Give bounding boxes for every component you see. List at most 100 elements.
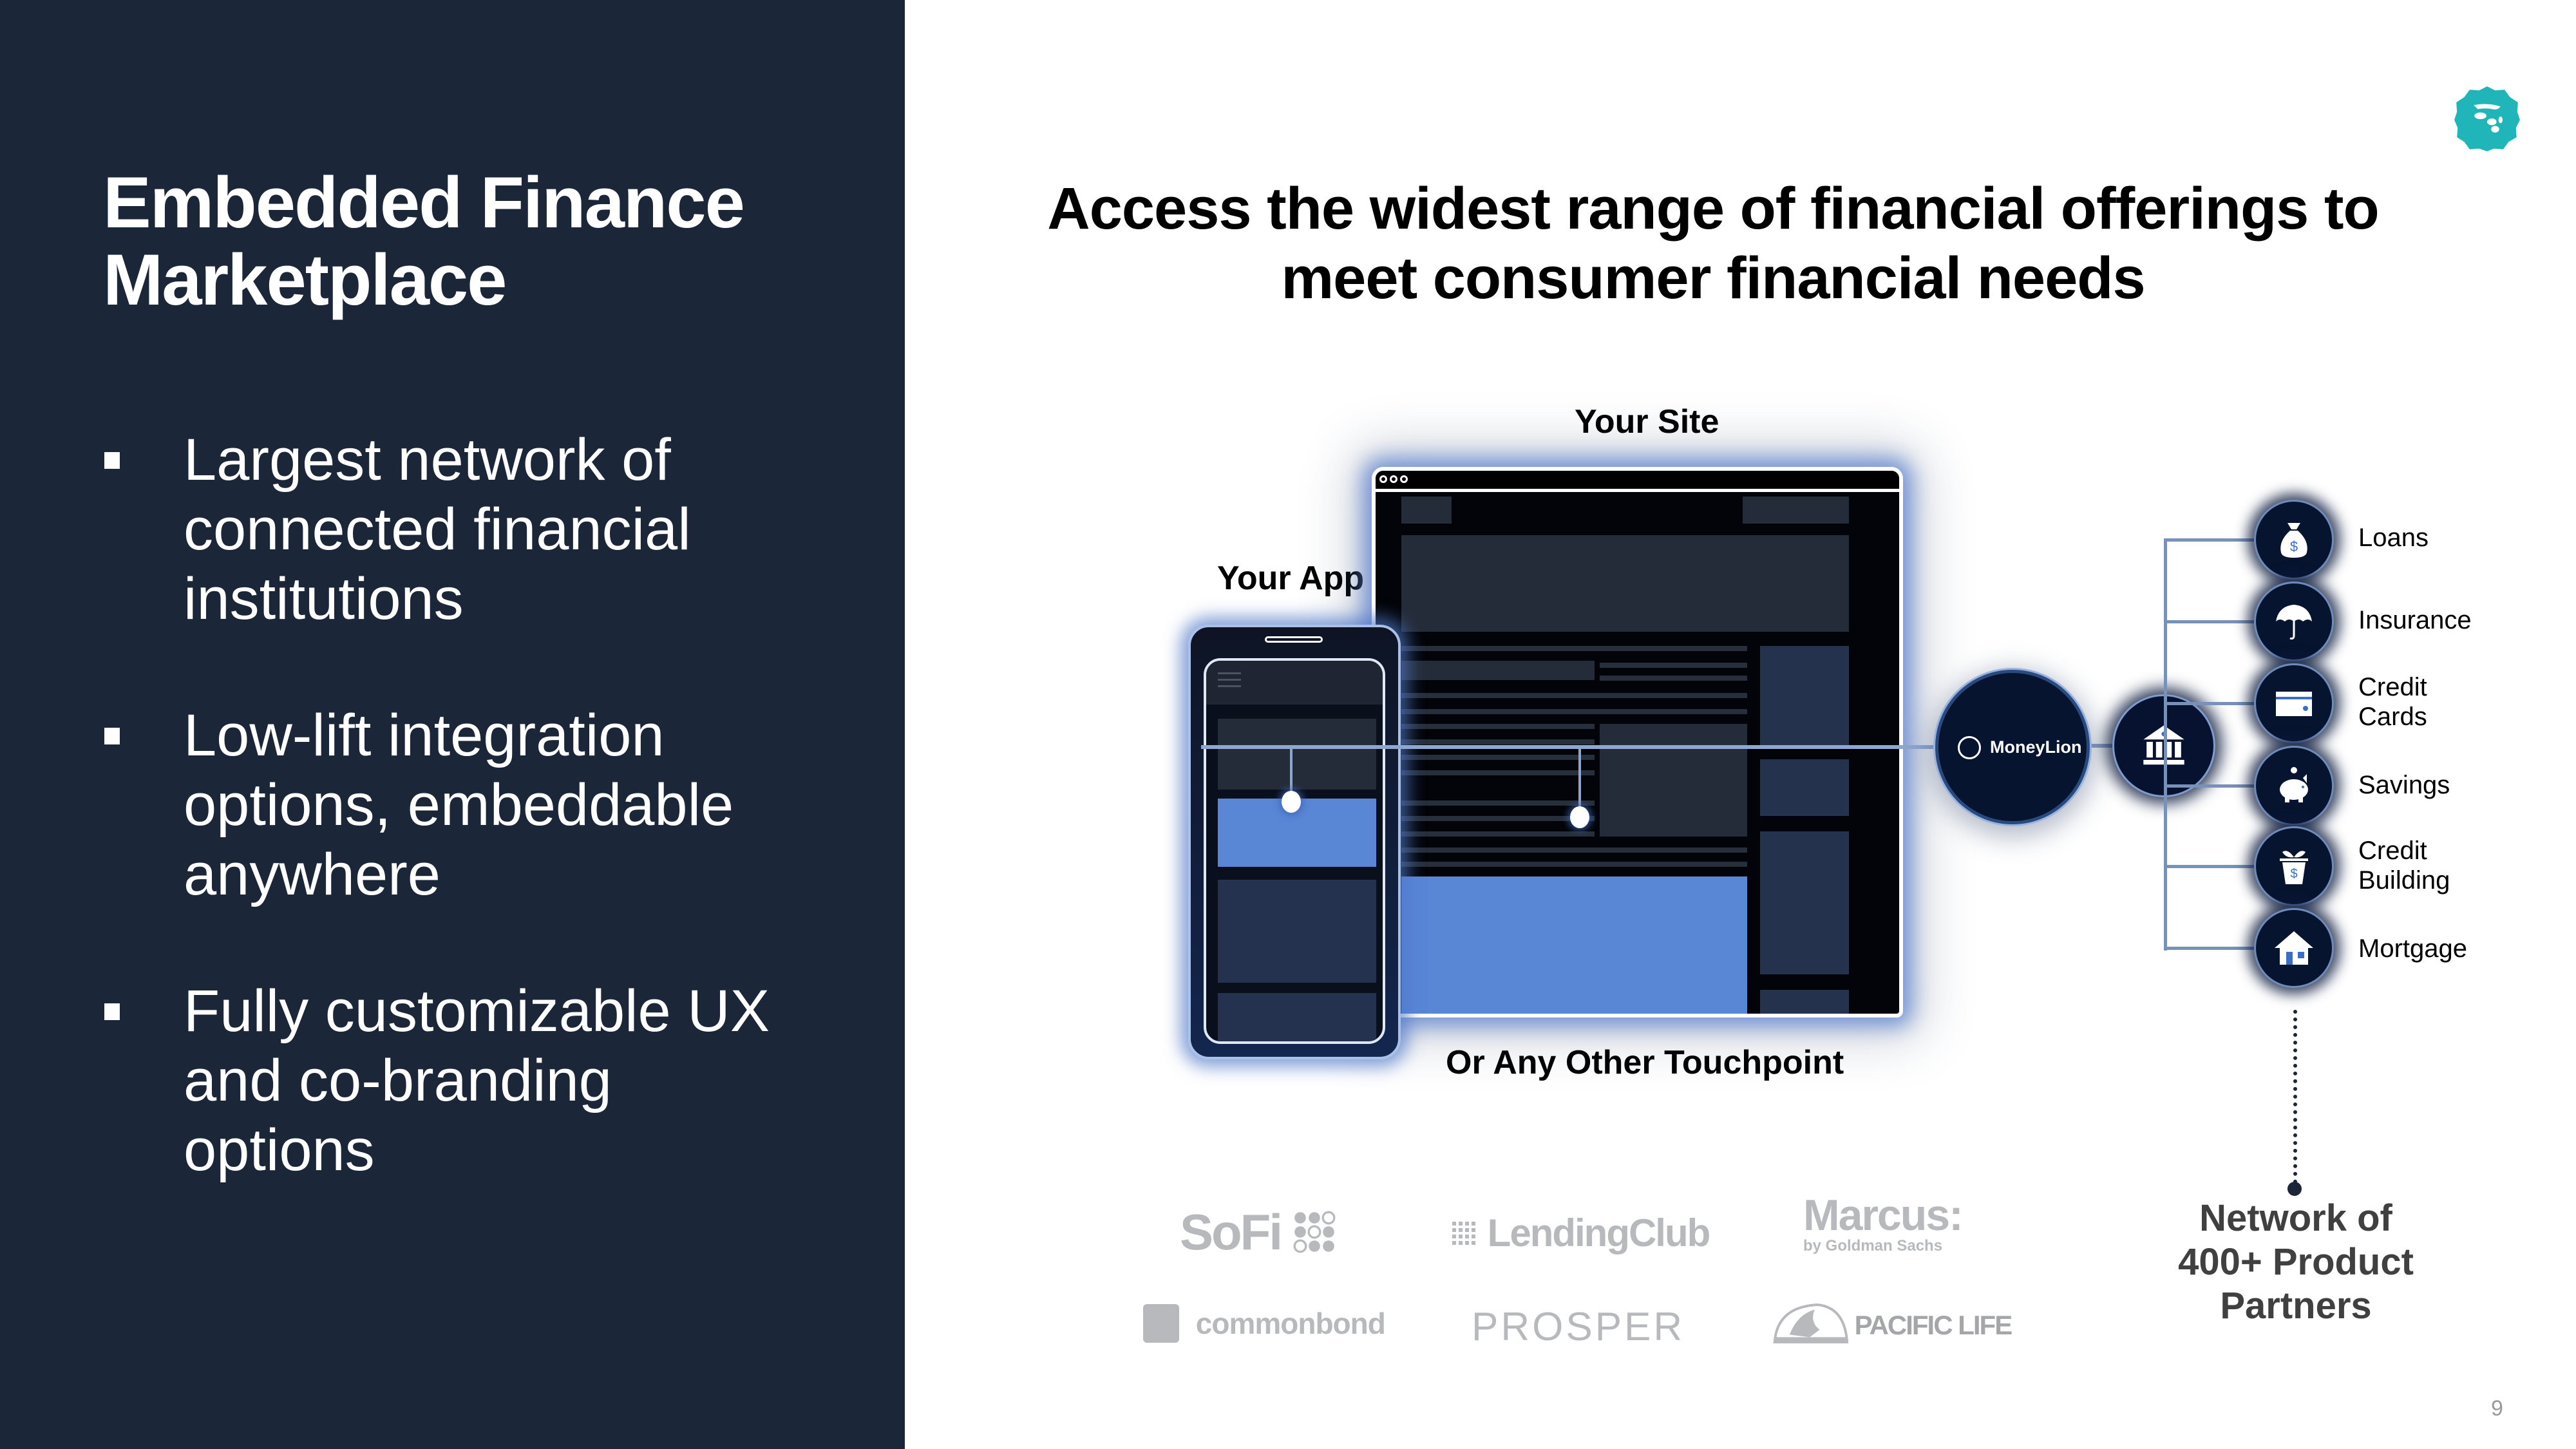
connector-line [2090, 744, 2116, 748]
bullet-text-line: institutions [184, 566, 464, 632]
placeholder-block [1218, 880, 1376, 983]
hamburger-menu-icon [1218, 679, 1241, 681]
credit-card-icon [2276, 692, 2312, 716]
product-label-credit-building: Credit Building [2358, 836, 2450, 895]
browser-titlebar [1376, 471, 1899, 492]
placeholder-block [1218, 719, 1376, 790]
dotted-connector [2293, 1010, 2297, 1184]
network-callout-line: Partners [2220, 1285, 2372, 1327]
section-title-line1: Embedded Finance [103, 162, 745, 243]
product-label-loans: Loans [2358, 523, 2429, 553]
network-callout-line: 400+ Product [2178, 1241, 2414, 1283]
product-label-text: Building [2358, 866, 2450, 895]
placeholder-line [1401, 709, 1747, 714]
placeholder-block [1401, 661, 1595, 680]
connection-pin [1570, 806, 1589, 828]
placeholder-block [1743, 497, 1849, 524]
placeholder-line [1401, 831, 1595, 837]
bullet-text-line: connected financial [184, 497, 691, 562]
piggy-bank-icon [2280, 767, 2308, 802]
network-callout-line: Network of [2199, 1197, 2392, 1239]
moneylion-lion-icon [2454, 86, 2520, 151]
connector-line [1201, 745, 1938, 749]
tree-branch [2164, 865, 2254, 868]
your-site-label: Your Site [1575, 403, 1719, 440]
prosper-logo-text: PROSPER [1472, 1305, 1685, 1349]
placeholder-line [1401, 755, 1595, 760]
moneylion-hub: MoneyLion [1935, 670, 2090, 824]
placeholder-block [1760, 990, 1849, 1014]
product-label-text: Credit [2358, 837, 2427, 865]
lendingclub-logo: LendingClub [1452, 1211, 1710, 1255]
touchpoint-label: Or Any Other Touchpoint [1446, 1044, 1844, 1081]
placeholder-block [1760, 831, 1849, 974]
product-label-text: Mortgage [2358, 934, 2467, 963]
window-dot-icon [1400, 475, 1408, 483]
tree-branch [2164, 702, 2254, 705]
phone-screen [1204, 658, 1385, 1044]
pacificlife-logo: PACIFIC LIFE [1771, 1302, 2013, 1345]
placeholder-line [1401, 693, 1747, 698]
bullet-square-icon [104, 452, 120, 469]
product-label-text: Credit [2358, 673, 2427, 701]
window-dot-icon [1390, 475, 1397, 483]
hamburger-menu-icon [1218, 672, 1241, 674]
network-callout: Network of 400+ Product Partners [2132, 1197, 2460, 1328]
placeholder-line [1401, 646, 1747, 651]
commonbond-logo-text: commonbond [1195, 1307, 1386, 1340]
placeholder-line [1600, 676, 1747, 681]
tree-branch [2164, 947, 2254, 950]
placeholder-line [1401, 739, 1595, 744]
phone-header [1206, 661, 1383, 705]
placeholder-hero [1401, 535, 1849, 632]
placeholder-block [1600, 724, 1747, 837]
credit-cards-node [2254, 663, 2334, 743]
phone-speaker [1265, 636, 1323, 643]
product-label-savings: Savings [2358, 770, 2450, 800]
product-label-text: Loans [2358, 524, 2429, 552]
placeholder-block [1760, 759, 1849, 816]
sofi-logo: SoFi [1180, 1203, 1336, 1262]
placeholder-line [1401, 848, 1747, 853]
lendingclub-grid-icon [1452, 1222, 1475, 1245]
umbrella-icon [2276, 605, 2312, 639]
commonbond-mark-icon [1143, 1304, 1179, 1343]
commonbond-logo: commonbond [1143, 1304, 1386, 1343]
mortgage-node [2254, 908, 2334, 988]
tree-branch [2164, 620, 2254, 623]
savings-node [2254, 746, 2334, 826]
product-label-text: Insurance [2358, 606, 2472, 634]
tree-branch [2164, 538, 2254, 542]
page-title: Access the widest range of financial off… [992, 174, 2434, 313]
svg-text:$: $ [2290, 538, 2298, 554]
svg-text:$: $ [2290, 867, 2297, 881]
pacificlife-logo-text: PACIFIC LIFE [1854, 1310, 2013, 1340]
embedded-widget-highlight [1401, 876, 1747, 1014]
product-label-text: Savings [2358, 771, 2450, 799]
sofi-dots-icon [1293, 1211, 1336, 1253]
connector-dot [2287, 1182, 2302, 1196]
page-number: 9 [2491, 1396, 2503, 1421]
page-title-line1: Access the widest range of financial off… [1047, 176, 2379, 242]
product-label-text: Cards [2358, 703, 2427, 731]
bullet-text-line: options, embeddable [184, 772, 734, 838]
loans-node: $ [2254, 500, 2334, 580]
hamburger-menu-icon [1218, 685, 1241, 687]
sofi-logo-text: SoFi [1180, 1204, 1283, 1260]
bullet-square-icon [104, 1003, 120, 1020]
browser-mockup [1372, 467, 1903, 1018]
window-dot-icon [1379, 475, 1387, 483]
product-label-credit-cards: Credit Cards [2358, 672, 2427, 732]
connection-pin [1282, 791, 1301, 813]
section-title-line2: Marketplace [103, 240, 507, 320]
tree-branch [2164, 784, 2254, 788]
moneylion-lion-icon [1958, 736, 1981, 759]
product-label-insurance: Insurance [2358, 605, 2472, 635]
placeholder-line [1401, 862, 1747, 867]
placeholder-block [1218, 993, 1376, 1041]
phone-mockup [1188, 625, 1401, 1059]
prosper-logo: PROSPER [1472, 1304, 1685, 1350]
bullet-text-line: Low-lift integration [184, 703, 665, 768]
product-label-mortgage: Mortgage [2358, 934, 2467, 963]
page-title-line2: meet consumer financial needs [1281, 245, 2145, 311]
